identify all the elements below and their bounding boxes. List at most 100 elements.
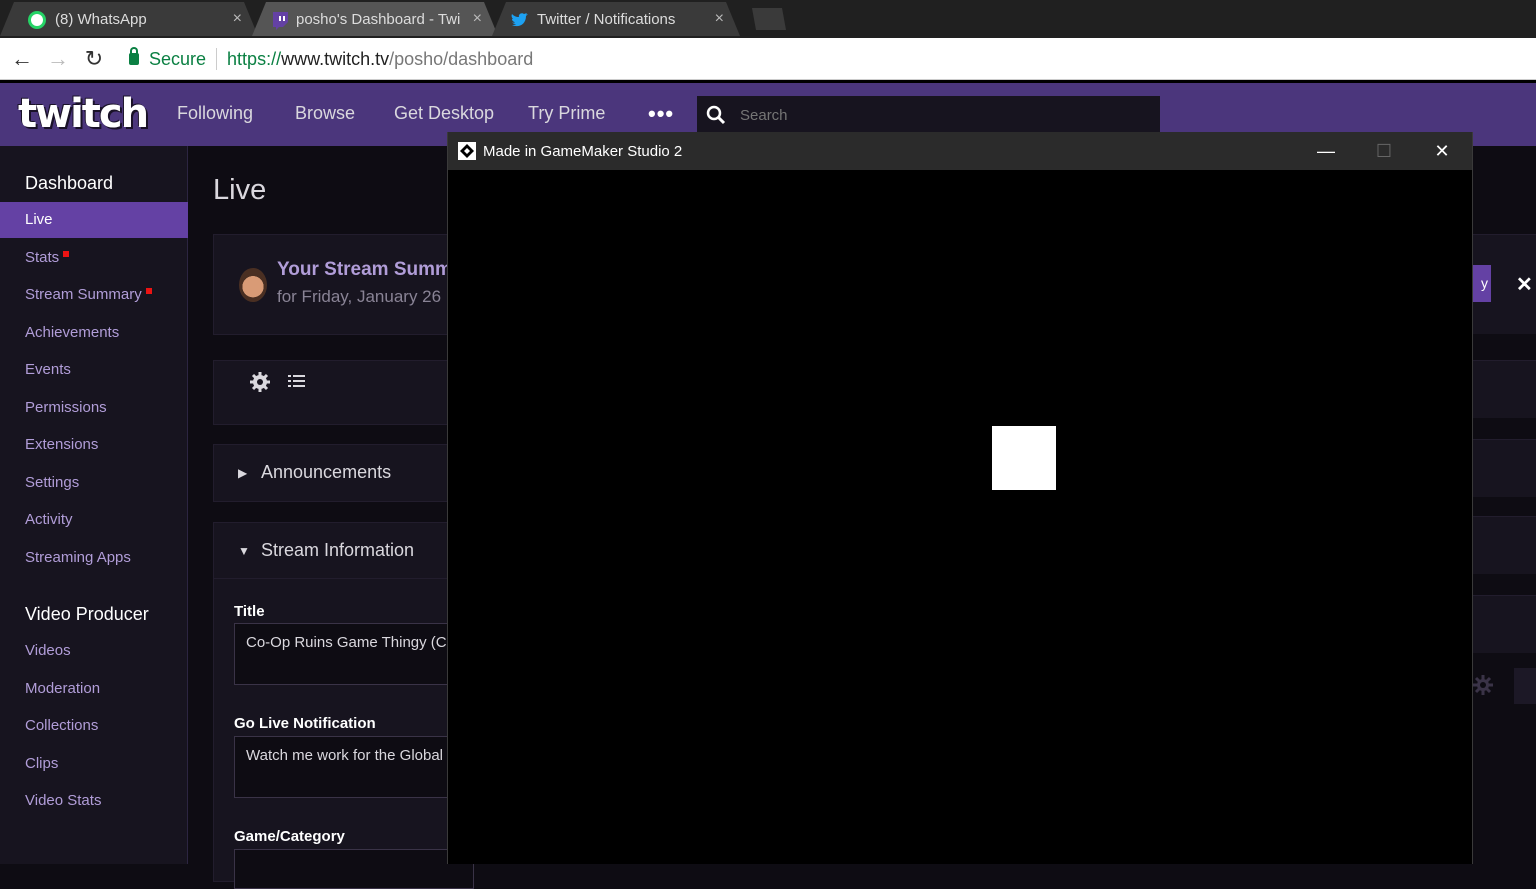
game-sprite-square xyxy=(992,426,1056,490)
notification-dot xyxy=(63,251,70,257)
caret-down-icon: ▼ xyxy=(238,544,250,558)
sidebar-item-extensions[interactable]: Extensions xyxy=(0,427,188,463)
nav-browse[interactable]: Browse xyxy=(295,103,355,124)
sidebar-item-label: Permissions xyxy=(25,399,107,416)
go-live-notification-input[interactable]: Watch me work for the Global xyxy=(234,736,474,798)
game-category-label: Game/Category xyxy=(234,828,345,845)
sidebar-item-label: Activity xyxy=(25,511,73,528)
window-title: Made in GameMaker Studio 2 xyxy=(483,143,683,160)
sidebar-item-label: Clips xyxy=(25,755,59,772)
reload-icon[interactable]: ↻ xyxy=(82,47,106,71)
title-label: Title xyxy=(234,603,265,620)
new-tab-button[interactable] xyxy=(744,8,786,30)
sidebar-item-label: Live xyxy=(25,211,53,228)
divider xyxy=(216,48,218,70)
gear-icon[interactable] xyxy=(1472,674,1494,696)
sidebar-item-events[interactable]: Events xyxy=(0,352,188,388)
sidebar-item-moderation[interactable]: Moderation xyxy=(0,671,188,707)
search-box xyxy=(697,96,1160,134)
sidebar-item-label: Stream Summary xyxy=(25,286,142,303)
url-host: www.twitch.tv xyxy=(281,48,390,69)
nav-following[interactable]: Following xyxy=(177,103,253,124)
game-category-input[interactable] xyxy=(234,849,474,889)
nav-get-desktop[interactable]: Get Desktop xyxy=(394,103,494,124)
summary-button[interactable]: y xyxy=(1472,265,1491,302)
forward-arrow-icon[interactable]: → xyxy=(46,47,70,71)
address-bar: ← → ↻ Secure https://www.twitch.tv/posho… xyxy=(0,38,1536,80)
maximize-icon[interactable]: ☐ xyxy=(1355,132,1413,170)
stream-summary-title[interactable]: Your Stream Summ xyxy=(277,259,452,281)
url-path: /posho/dashboard xyxy=(389,48,534,69)
lock-icon xyxy=(129,47,139,65)
sidebar-item-label: Stats xyxy=(25,249,60,266)
search-icon[interactable] xyxy=(706,105,726,125)
url-scheme: https:// xyxy=(227,48,282,69)
stream-information-card: ▼ Stream Information Title Co-Op Ruins G… xyxy=(213,522,474,889)
right-panel-strip: y ✕ xyxy=(1472,146,1536,864)
gear-icon[interactable] xyxy=(249,371,271,393)
gamemaker-icon xyxy=(458,142,476,160)
search-input[interactable] xyxy=(740,106,1120,124)
twitter-bird-icon xyxy=(511,13,528,27)
tab-title: Twitter / Notifications xyxy=(537,10,676,28)
toolbar-card xyxy=(213,360,473,425)
sidebar-item-permissions[interactable]: Permissions xyxy=(0,390,188,426)
tab-close-icon[interactable]: × xyxy=(233,10,242,28)
sidebar-item-videos[interactable]: Videos xyxy=(0,633,188,669)
omnibox[interactable]: Secure https://www.twitch.tv/posho/dashb… xyxy=(115,42,1536,76)
sidebar-item-label: Achievements xyxy=(25,324,120,341)
stream-information-title: Stream Information xyxy=(261,540,415,560)
sidebar-item-settings[interactable]: Settings xyxy=(0,465,188,501)
go-live-notification-label: Go Live Notification xyxy=(234,715,376,732)
tab-title: posho's Dashboard - Twi xyxy=(296,10,461,28)
back-arrow-icon[interactable]: ← xyxy=(10,47,34,71)
sidebar-item-video-stats[interactable]: Video Stats xyxy=(0,783,188,819)
browser-tab-strip: (8) WhatsApp × posho's Dashboard - Twi ×… xyxy=(0,0,1536,38)
gamemaker-titlebar[interactable]: Made in GameMaker Studio 2 — ☐ ✕ xyxy=(448,132,1472,170)
sidebar-item-achievements[interactable]: Achievements xyxy=(0,315,188,351)
gamemaker-window: Made in GameMaker Studio 2 — ☐ ✕ xyxy=(447,132,1473,864)
sidebar-item-activity[interactable]: Activity xyxy=(0,502,188,538)
sidebar-item-label: Video Stats xyxy=(25,792,102,809)
sidebar-item-streaming-apps[interactable]: Streaming Apps xyxy=(0,540,188,576)
stream-summary-date: for Friday, January 26 xyxy=(277,287,442,306)
sidebar-item-label: Collections xyxy=(25,717,99,734)
sidebar-item-stats[interactable]: Stats xyxy=(0,240,188,276)
secure-label: Secure xyxy=(149,48,207,69)
sidebar-item-label: Videos xyxy=(25,642,71,659)
announcements-title: Announcements xyxy=(261,462,392,482)
more-dots-icon[interactable]: ••• xyxy=(648,101,674,127)
stream-summary-card: Your Stream Summ for Friday, January 26 xyxy=(213,234,473,335)
title-input[interactable]: Co-Op Ruins Game Thingy (C xyxy=(234,623,474,685)
sidebar-item-label: Events xyxy=(25,361,71,378)
tab-whatsapp[interactable]: (8) WhatsApp × xyxy=(0,2,258,36)
sidebar-item-label: Settings xyxy=(25,474,80,491)
tab-close-icon[interactable]: × xyxy=(473,10,482,28)
tab-twitter-notifications[interactable]: Twitter / Notifications × xyxy=(492,2,740,36)
dashboard-sidebar: Dashboard Live Stats Stream Summary Achi… xyxy=(0,146,188,864)
list-icon[interactable] xyxy=(288,373,306,389)
nav-try-prime[interactable]: Try Prime xyxy=(528,103,605,124)
sidebar-heading-video-producer: Video Producer xyxy=(25,604,149,624)
sidebar-item-label: Moderation xyxy=(25,680,101,697)
announcements-card[interactable]: ▶ Announcements xyxy=(213,444,473,502)
sidebar-item-live[interactable]: Live xyxy=(0,202,188,238)
tab-close-icon[interactable]: × xyxy=(715,10,724,28)
notification-dot xyxy=(145,288,152,294)
sidebar-item-collections[interactable]: Collections xyxy=(0,708,188,744)
sidebar-item-stream-summary[interactable]: Stream Summary xyxy=(0,277,188,313)
twitch-icon xyxy=(273,12,288,30)
stream-information-header[interactable]: ▼ Stream Information xyxy=(214,523,472,579)
tab-twitch-dashboard[interactable]: posho's Dashboard - Twi × xyxy=(252,2,498,36)
caret-right-icon: ▶ xyxy=(238,466,248,480)
avatar xyxy=(239,268,267,302)
sidebar-item-label: Extensions xyxy=(25,436,99,453)
sidebar-item-label: Streaming Apps xyxy=(25,549,131,566)
close-icon[interactable]: ✕ xyxy=(1413,132,1471,170)
close-icon[interactable]: ✕ xyxy=(1516,272,1533,297)
sidebar-heading-dashboard: Dashboard xyxy=(25,173,114,193)
minimize-icon[interactable]: — xyxy=(1297,132,1355,170)
tab-title: (8) WhatsApp xyxy=(55,10,147,28)
sidebar-item-clips[interactable]: Clips xyxy=(0,746,188,782)
twitch-logo[interactable]: twitch xyxy=(18,92,149,136)
